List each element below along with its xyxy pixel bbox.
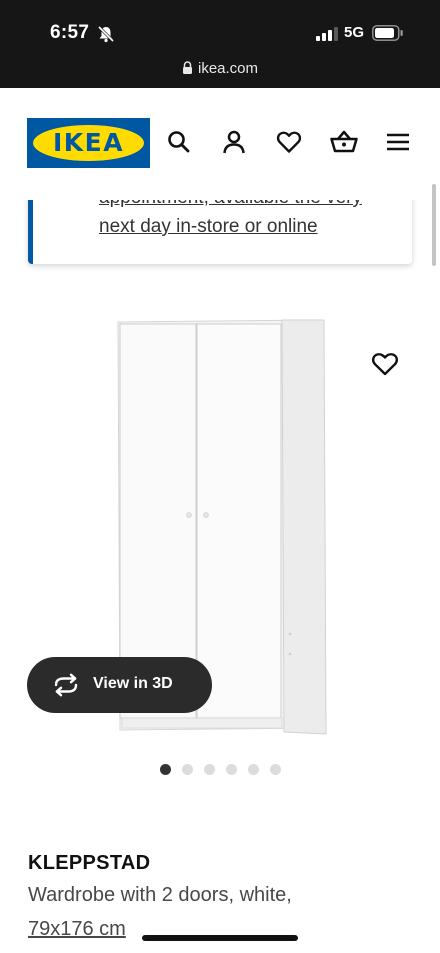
menu-icon[interactable]	[385, 128, 413, 156]
view-in-3d-label: View in 3D	[93, 675, 173, 692]
cart-icon[interactable]	[329, 128, 358, 156]
carousel-dot-6[interactable]	[270, 764, 281, 775]
view-in-3d-button[interactable]: View in 3D	[27, 657, 212, 713]
bell-slash-icon	[96, 24, 116, 49]
site-header: IKEA	[0, 88, 440, 266]
home-indicator[interactable]	[142, 935, 298, 941]
lock-icon	[182, 61, 193, 78]
carousel-dot-3[interactable]	[204, 764, 215, 775]
heart-icon[interactable]	[275, 128, 303, 156]
signal-icon	[316, 27, 338, 46]
scrollbar-thumb[interactable]	[432, 184, 436, 266]
logo-text: IKEA	[52, 128, 125, 157]
address-bar[interactable]: ikea.com	[0, 60, 440, 78]
product-size-link[interactable]: 79x176 cm	[28, 918, 126, 941]
battery-icon	[372, 25, 404, 46]
status-bar: 6:57 5G ikea.com	[0, 0, 440, 88]
account-icon[interactable]	[220, 128, 248, 156]
search-icon[interactable]	[165, 128, 193, 156]
url-text: ikea.com	[197, 60, 259, 77]
product-name: KLEPPSTAD	[28, 852, 151, 874]
product-description: Wardrobe with 2 doors, white,	[28, 884, 292, 906]
banner-link[interactable]: next day in-store or online	[99, 216, 318, 238]
carousel-dot-4[interactable]	[226, 764, 237, 775]
carousel-dot-2[interactable]	[182, 764, 193, 775]
carousel-dot-1[interactable]	[160, 764, 171, 775]
carousel-dot-5[interactable]	[248, 764, 259, 775]
rotate-3d-icon	[52, 673, 80, 702]
status-time: 6:57	[50, 22, 90, 43]
favorite-heart-icon[interactable]	[370, 350, 400, 378]
network-type: 5G	[344, 24, 365, 41]
ikea-logo[interactable]: IKEA	[27, 118, 150, 168]
